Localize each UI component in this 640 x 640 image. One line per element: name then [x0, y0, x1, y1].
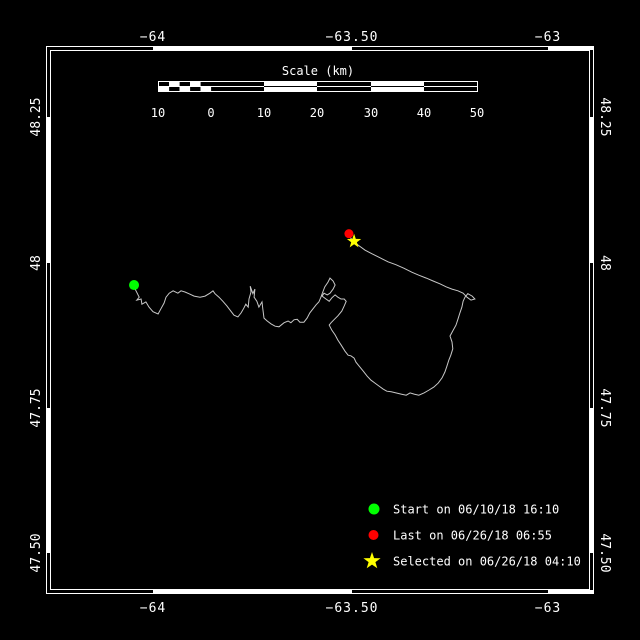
scale-bar-fifth	[190, 82, 201, 87]
left-axis-label: 48.25	[29, 97, 44, 136]
left-axis-label: 47.50	[29, 533, 44, 572]
legend-start-dot-icon	[368, 503, 380, 515]
scale-tick-label: 10	[257, 106, 271, 120]
right-axis-label: 48	[597, 255, 612, 271]
bottom-axis-label: −63	[535, 601, 561, 616]
right-axis-label: 48.25	[597, 97, 612, 136]
top-axis-label: −64	[140, 30, 166, 45]
scale-bar-fifth	[200, 86, 212, 91]
scale-tick-label: 50	[470, 106, 484, 120]
scale-bar-fifth	[179, 86, 191, 91]
left-axis-label: 47.75	[29, 388, 44, 427]
scale-tick-label: 30	[364, 106, 378, 120]
legend-selected-label: Selected on 06/26/18 04:10	[393, 555, 581, 569]
scale-tick-label: 40	[417, 106, 431, 120]
legend: Start on 06/10/18 16:10 Last on 06/26/18…	[363, 503, 581, 569]
start-marker	[129, 280, 140, 291]
top-axis-label: −63.50	[326, 30, 379, 45]
last-marker	[344, 229, 354, 239]
map-figure: −64 −63.50 −63 −64 −63.50 −63 48.25 48 4…	[0, 0, 640, 640]
scale-bar-title: Scale (km)	[282, 64, 354, 78]
scale-tick-label: 0	[207, 106, 214, 120]
right-axis-label: 47.50	[597, 533, 612, 572]
scale-bar-fifth	[158, 86, 170, 91]
scale-bar-fifth	[169, 82, 180, 87]
top-axis-label: −63	[535, 30, 561, 45]
scale-tick-label: 10	[151, 106, 165, 120]
scale-tick-label: 20	[310, 106, 324, 120]
legend-last-label: Last on 06/26/18 06:55	[393, 529, 552, 543]
right-axis-label: 47.75	[597, 388, 612, 427]
figure-background	[0, 0, 640, 640]
legend-last-dot-icon	[368, 530, 379, 540]
bottom-axis-label: −64	[140, 601, 166, 616]
left-axis-label: 48	[29, 255, 44, 271]
legend-start-label: Start on 06/10/18 16:10	[393, 503, 559, 517]
bottom-axis-label: −63.50	[326, 601, 379, 616]
